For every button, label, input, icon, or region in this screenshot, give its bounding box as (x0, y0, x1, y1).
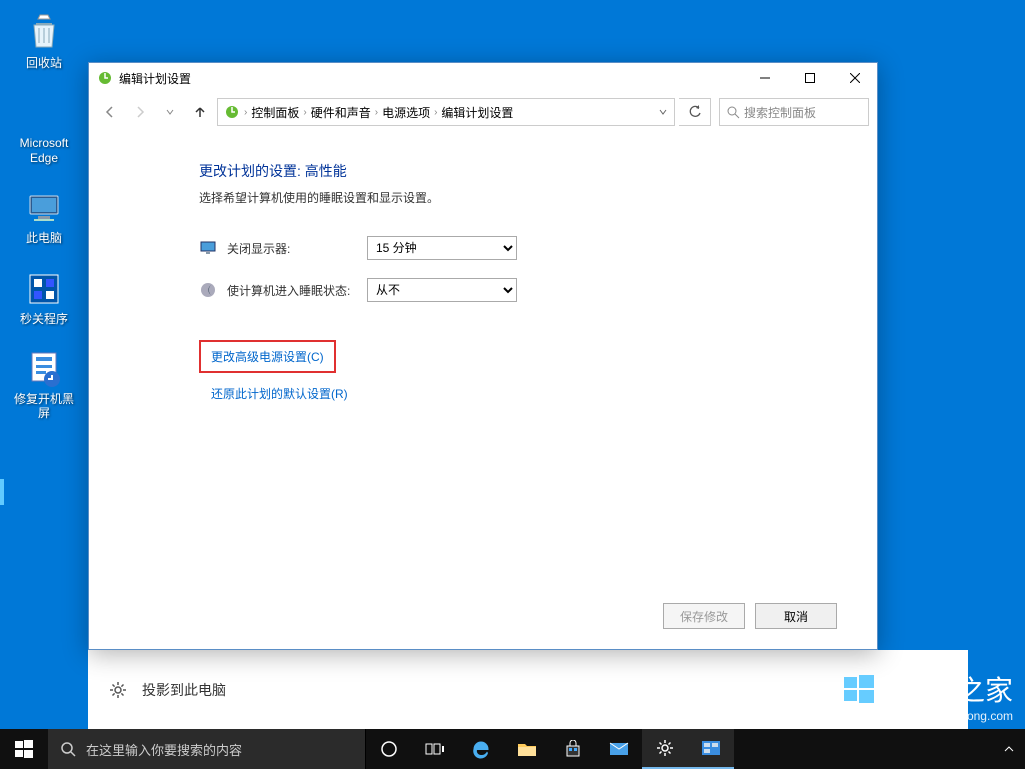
desktop-icon-label: 修复开机黑屏 (10, 392, 78, 421)
address-dropdown-button[interactable] (658, 107, 668, 117)
settings-app-panel: 投影到此电脑 (88, 650, 968, 730)
maximize-button[interactable] (787, 63, 832, 93)
power-plan-icon (224, 104, 240, 120)
advanced-power-link[interactable]: 更改高级电源设置(C) (211, 350, 324, 364)
desktop-icons: 回收站 Microsoft Edge 此电脑 秒关程序 修复开机黑屏 (8, 10, 80, 423)
chevron-right-icon[interactable]: › (244, 107, 247, 118)
chevron-right-icon[interactable]: › (434, 107, 437, 118)
chevron-right-icon[interactable]: › (303, 107, 306, 118)
settings-panel-title: 投影到此电脑 (142, 680, 226, 700)
chevron-right-icon[interactable]: › (375, 107, 378, 118)
start-button[interactable] (0, 729, 48, 769)
explorer-taskbar-icon[interactable] (504, 729, 550, 769)
edge-taskbar-icon[interactable] (458, 729, 504, 769)
edge-icon (23, 92, 65, 134)
watermark-url: www.win10xitong.com (844, 709, 1013, 723)
display-off-label: 关闭显示器: (227, 240, 367, 257)
desktop-icon-quick-close[interactable]: 秒关程序 (8, 266, 80, 328)
breadcrumb-item[interactable]: 电源选项 (382, 104, 430, 121)
breadcrumb-item[interactable]: 控制面板 (251, 104, 299, 121)
desktop-icon-label: 回收站 (26, 56, 62, 70)
taskbar-search[interactable]: 在这里输入你要搜索的内容 (48, 729, 366, 769)
settings-taskbar-icon[interactable] (642, 729, 688, 769)
desktop-icon-recycle-bin[interactable]: 回收站 (8, 10, 80, 72)
sleep-select[interactable]: 从不 (367, 278, 517, 302)
advanced-link-highlight: 更改高级电源设置(C) (199, 340, 336, 373)
search-icon (726, 105, 740, 119)
content-area: 更改计划的设置: 高性能 选择希望计算机使用的睡眠设置和显示设置。 关闭显示器:… (89, 131, 877, 649)
gear-icon (108, 680, 128, 700)
address-bar[interactable]: › 控制面板 › 硬件和声音 › 电源选项 › 编辑计划设置 (217, 98, 675, 126)
task-view-icon[interactable] (412, 729, 458, 769)
this-pc-icon (23, 187, 65, 229)
window-controls (742, 63, 877, 93)
desktop-icon-label: Microsoft Edge (20, 136, 69, 165)
back-button[interactable] (97, 99, 123, 125)
page-title: 更改计划的设置: 高性能 (199, 161, 837, 181)
taskbar: 在这里输入你要搜索的内容 (0, 729, 1025, 769)
close-button[interactable] (832, 63, 877, 93)
address-bar-row: › 控制面板 › 硬件和声音 › 电源选项 › 编辑计划设置 搜索控制面板 (89, 93, 877, 131)
display-off-row: 关闭显示器: 15 分钟 (199, 236, 837, 260)
search-placeholder: 搜索控制面板 (744, 104, 816, 121)
sleep-label: 使计算机进入睡眠状态: (227, 282, 367, 299)
monitor-icon (199, 239, 217, 257)
search-box[interactable]: 搜索控制面板 (719, 98, 869, 126)
mail-taskbar-icon[interactable] (596, 729, 642, 769)
control-panel-taskbar-icon[interactable] (688, 729, 734, 769)
taskbar-pinned-icons (366, 729, 734, 769)
recent-dropdown-button[interactable] (157, 99, 183, 125)
power-plan-icon (97, 70, 113, 86)
sleep-row: 使计算机进入睡眠状态: 从不 (199, 278, 837, 302)
display-off-select[interactable]: 15 分钟 (367, 236, 517, 260)
moon-icon (199, 281, 217, 299)
page-subtitle: 选择希望计算机使用的睡眠设置和显示设置。 (199, 189, 837, 206)
desktop-icon-label: 秒关程序 (20, 312, 68, 326)
window-title: 编辑计划设置 (119, 70, 742, 87)
watermark-brand: Win10之家 (844, 669, 1013, 709)
windows-logo-icon (15, 740, 33, 758)
search-icon (60, 741, 76, 757)
up-button[interactable] (187, 99, 213, 125)
desktop-icon-this-pc[interactable]: 此电脑 (8, 185, 80, 247)
system-tray (997, 729, 1025, 769)
desktop-icon-fix-boot[interactable]: 修复开机黑屏 (8, 346, 80, 423)
watermark: Win10之家 www.win10xitong.com (844, 669, 1013, 723)
app-icon (23, 268, 65, 310)
refresh-button[interactable] (679, 98, 711, 126)
desktop-icon-edge[interactable]: Microsoft Edge (8, 90, 80, 167)
app-icon (23, 348, 65, 390)
restore-defaults-link[interactable]: 还原此计划的默认设置(R) (211, 385, 348, 402)
button-row: 保存修改 取消 (663, 603, 837, 629)
minimize-button[interactable] (742, 63, 787, 93)
accent-bar (0, 479, 4, 505)
taskbar-search-placeholder: 在这里输入你要搜索的内容 (86, 740, 242, 759)
desktop-icon-label: 此电脑 (26, 231, 62, 245)
save-button[interactable]: 保存修改 (663, 603, 745, 629)
forward-button[interactable] (127, 99, 153, 125)
titlebar[interactable]: 编辑计划设置 (89, 63, 877, 93)
store-taskbar-icon[interactable] (550, 729, 596, 769)
breadcrumb-item[interactable]: 硬件和声音 (311, 104, 371, 121)
cortana-icon[interactable] (366, 729, 412, 769)
cancel-button[interactable]: 取消 (755, 603, 837, 629)
recycle-bin-icon (23, 12, 65, 54)
windows-logo-icon (844, 674, 874, 704)
tray-chevron-up-icon[interactable] (997, 729, 1021, 769)
breadcrumb-item[interactable]: 编辑计划设置 (441, 104, 513, 121)
control-panel-window: 编辑计划设置 › 控制面板 › 硬件和声音 › 电源选项 › 编辑计划设置 搜索… (88, 62, 878, 650)
